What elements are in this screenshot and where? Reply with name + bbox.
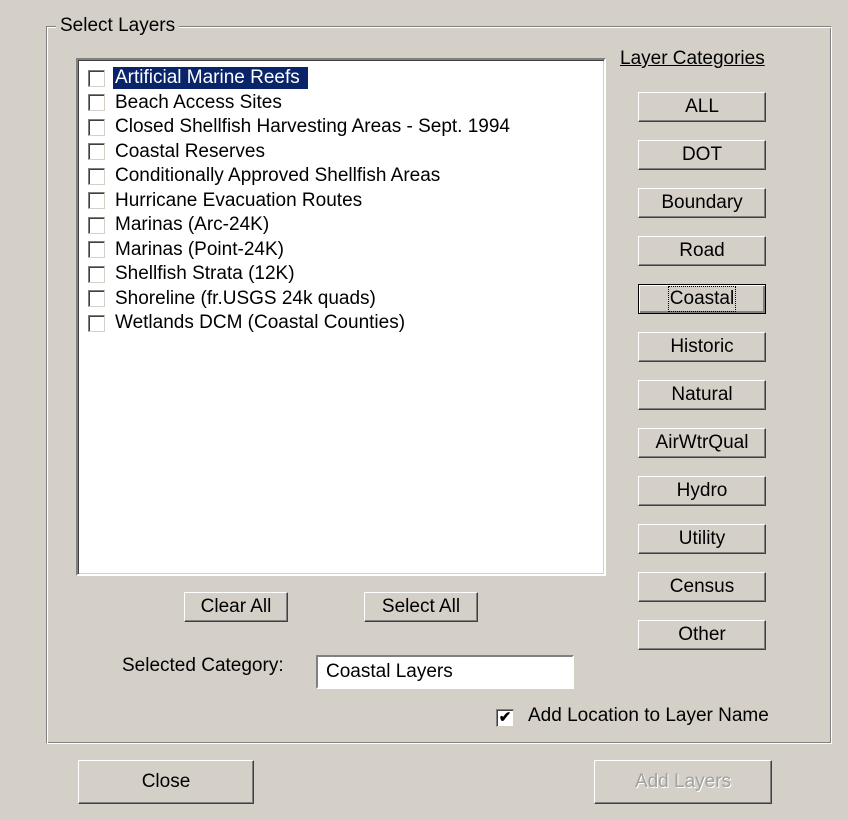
close-label: Close	[141, 771, 191, 792]
layer-checkbox[interactable]	[88, 167, 105, 185]
layer-categories-heading: Layer Categories	[620, 48, 765, 69]
layer-label: Marinas (Arc-24K)	[115, 214, 270, 235]
selected-category-label: Selected Category:	[122, 655, 284, 676]
layer-label: Coastal Reserves	[115, 140, 265, 162]
clear-all-label: Clear All	[200, 596, 272, 617]
list-item[interactable]: Wetlands DCM (Coastal Counties)	[88, 311, 407, 335]
select-all-label: Select All	[381, 596, 461, 617]
category-button-hydro[interactable]: Hydro	[638, 476, 766, 506]
category-button-dot[interactable]: DOT	[638, 140, 766, 170]
category-button-boundary[interactable]: Boundary	[638, 188, 766, 218]
category-button-label: Natural	[671, 384, 733, 405]
list-item[interactable]: Marinas (Arc-24K)	[88, 213, 271, 237]
list-item[interactable]: Artificial Marine Reefs	[88, 66, 308, 90]
category-button-label: AirWtrQual	[655, 432, 749, 453]
layer-label: Beach Access Sites	[115, 91, 282, 113]
category-button-label: Historic	[670, 336, 734, 357]
add-location-label: Add Location to Layer Name	[528, 705, 769, 726]
category-button-label: ALL	[685, 96, 719, 117]
layer-checkbox[interactable]	[88, 216, 105, 234]
list-item[interactable]: Hurricane Evacuation Routes	[88, 189, 364, 213]
category-button-historic[interactable]: Historic	[638, 332, 766, 362]
category-button-label: Hydro	[676, 480, 728, 501]
category-button-road[interactable]: Road	[638, 236, 766, 266]
layer-checkbox[interactable]	[88, 192, 105, 209]
category-button-census[interactable]: Census	[638, 572, 766, 602]
add-layers-label: Add Layers	[634, 771, 732, 792]
layer-checkbox[interactable]	[88, 69, 105, 87]
category-button-label: Road	[679, 240, 725, 261]
layer-label: Shellfish Strata (12K)	[115, 263, 295, 284]
layer-checkbox[interactable]	[88, 265, 105, 283]
layer-label: Closed Shellfish Harvesting Areas - Sept…	[115, 116, 510, 137]
close-button[interactable]: Close	[78, 760, 254, 804]
group-title: Select Layers	[56, 14, 180, 38]
layer-label: Artificial Marine Reefs	[113, 67, 308, 89]
category-button-other[interactable]: Other	[638, 620, 766, 650]
layer-checkbox[interactable]	[88, 241, 105, 258]
layer-checkbox[interactable]	[88, 314, 105, 332]
add-layers-button: Add Layers	[594, 760, 772, 804]
list-item[interactable]: Shellfish Strata (12K)	[88, 262, 297, 286]
category-button-airwtrqual[interactable]: AirWtrQual	[638, 428, 766, 458]
category-button-label: Coastal	[667, 286, 737, 312]
layer-checkbox[interactable]	[88, 118, 105, 136]
layer-checkbox[interactable]	[88, 143, 105, 160]
category-button-label: DOT	[681, 144, 723, 165]
add-location-checkbox[interactable]: ✔	[496, 709, 514, 727]
layer-list[interactable]: Artificial Marine Reefs Beach Access Site…	[76, 58, 606, 576]
layer-label: Shoreline (fr.USGS 24k quads)	[115, 287, 376, 309]
category-button-label: Utility	[678, 528, 726, 549]
selected-category-field[interactable]: Coastal Layers	[316, 655, 574, 689]
layer-label: Marinas (Point-24K)	[115, 238, 284, 260]
list-item[interactable]: Beach Access Sites	[88, 91, 284, 115]
layer-label: Conditionally Approved Shellfish Areas	[115, 165, 441, 186]
category-button-label: Census	[669, 576, 735, 597]
layer-checkbox[interactable]	[88, 290, 105, 307]
list-item[interactable]: Closed Shellfish Harvesting Areas - Sept…	[88, 115, 512, 139]
layer-label: Hurricane Evacuation Routes	[115, 189, 363, 211]
list-item[interactable]: Marinas (Point-24K)	[88, 238, 286, 262]
layer-label: Wetlands DCM (Coastal Counties)	[115, 312, 406, 333]
layer-checkbox[interactable]	[88, 94, 105, 111]
category-button-all[interactable]: ALL	[638, 92, 766, 122]
category-button-label: Boundary	[661, 192, 743, 213]
category-button-natural[interactable]: Natural	[638, 380, 766, 410]
list-item[interactable]: Coastal Reserves	[88, 140, 267, 164]
category-button-utility[interactable]: Utility	[638, 524, 766, 554]
list-item[interactable]: Shoreline (fr.USGS 24k quads)	[88, 287, 378, 311]
clear-all-button[interactable]: Clear All	[184, 592, 288, 622]
category-button-label: Other	[678, 624, 726, 645]
category-button-coastal[interactable]: Coastal	[638, 284, 766, 314]
list-item[interactable]: Conditionally Approved Shellfish Areas	[88, 164, 442, 188]
select-all-button[interactable]: Select All	[364, 592, 478, 622]
